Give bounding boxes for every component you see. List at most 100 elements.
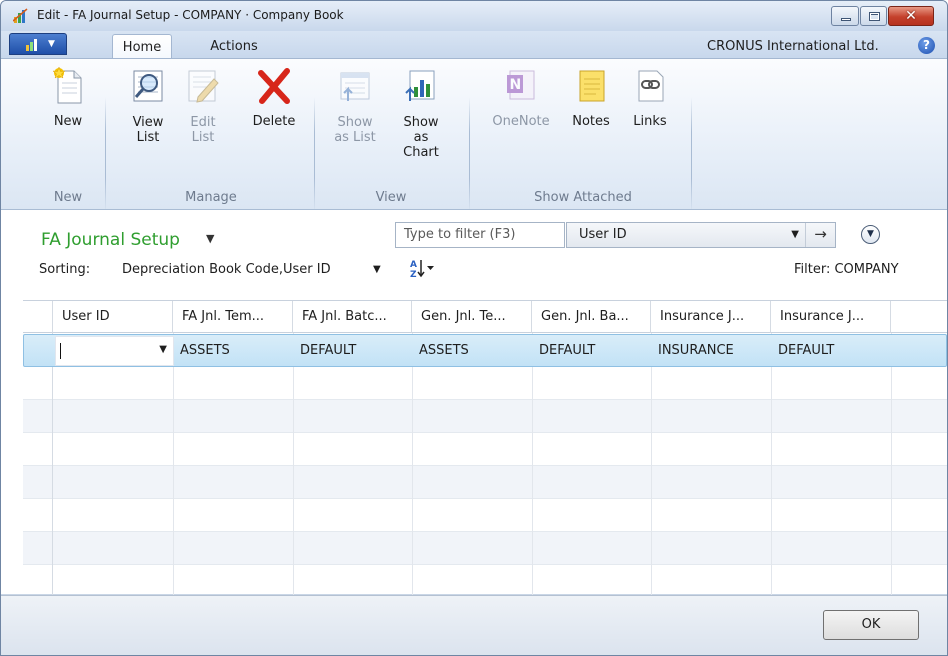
new-button[interactable]: New [45,67,91,147]
table-row-empty [23,498,947,531]
tab-home[interactable]: Home [112,34,172,59]
notes-icon [579,70,605,102]
delete-icon [258,68,290,104]
group-separator [314,97,315,213]
group-label-manage: Manage [185,190,237,205]
edit-list-label: Edit List [190,115,216,145]
column-header-gen-jnl-batch[interactable]: Gen. Jnl. Ba... [532,301,651,333]
content-area: FA Journal Setup ▼ Type to filter (F3) U… [1,210,947,595]
svg-text:Z: Z [410,270,417,279]
help-icon[interactable]: ? [918,37,935,54]
group-separator [105,97,106,213]
maximize-icon [869,12,880,21]
ribbon: New View List Edit List Delete Show as L… [1,58,947,213]
close-button[interactable]: ✕ [888,6,934,26]
row-divider [23,564,947,565]
ok-button[interactable]: OK [823,610,919,640]
row-selector-header [23,301,53,333]
onenote-label: OneNote [492,114,550,129]
window-title: Edit - FA Journal Setup - COMPANY · Comp… [37,8,344,22]
table-row-empty [23,399,947,432]
column-header-user-id[interactable]: User ID [53,301,173,333]
chevron-down-icon[interactable]: ▼ [159,344,167,355]
title-bar: Edit - FA Journal Setup - COMPANY · Comp… [1,1,947,31]
chevron-down-icon: ▼ [48,39,55,49]
minimize-button[interactable] [831,6,859,26]
onenote-icon: N [507,70,535,100]
view-list-button[interactable]: View List [125,67,171,147]
filter-field-select[interactable]: User ID ▼ → [566,222,836,248]
user-id-input[interactable]: ▼ [55,336,174,366]
expand-filter-icon[interactable]: ▼ [861,225,880,244]
delete-label: Delete [252,114,296,129]
filter-input[interactable]: Type to filter (F3) [395,222,565,248]
cell-insurance-jnl-template[interactable]: INSURANCE [652,335,772,368]
column-header-fa-jnl-template[interactable]: FA Jnl. Tem... [173,301,293,333]
view-list-icon [133,70,163,102]
tab-actions[interactable]: Actions [197,34,271,59]
delete-button[interactable]: Delete [247,67,301,147]
column-header-gen-jnl-template[interactable]: Gen. Jnl. Te... [412,301,532,333]
row-divider [23,465,947,466]
chevron-down-icon[interactable]: ▼ [206,232,214,245]
table-row[interactable]: ▼ ASSETS DEFAULT ASSETS DEFAULT INSURANC… [23,334,947,367]
cell-fa-jnl-batch[interactable]: DEFAULT [294,335,413,368]
table-row-empty [23,432,947,465]
data-grid: User ID FA Jnl. Tem... FA Jnl. Batc... G… [23,300,947,595]
show-as-list-button[interactable]: Show as List [329,67,381,147]
group-label-new: New [53,190,83,205]
column-divider [293,333,294,595]
application-menu-button[interactable]: ▼ [9,33,67,55]
cell-gen-jnl-batch[interactable]: DEFAULT [533,335,652,368]
column-divider [771,333,772,595]
apply-filter-arrow-icon[interactable]: → [805,223,835,247]
link-icon [638,70,664,102]
svg-text:A: A [410,260,417,270]
links-label: Links [633,114,667,129]
minimize-icon [841,18,851,21]
column-header-filler [891,301,947,333]
dynamics-nav-icon [13,8,28,23]
column-divider [173,333,174,595]
cell-insurance-jnl-batch[interactable]: DEFAULT [772,335,892,368]
cell-fa-jnl-template[interactable]: ASSETS [174,335,294,368]
notes-button[interactable]: Notes [565,67,617,147]
column-divider [532,333,533,595]
text-caret [60,343,61,359]
group-separator [469,97,470,213]
new-label: New [53,114,83,129]
column-header-insurance-jnl-batch[interactable]: Insurance J... [771,301,891,333]
links-button[interactable]: Links [625,67,675,147]
page-title[interactable]: FA Journal Setup [41,230,180,250]
group-label-view: View [375,190,407,205]
group-label-show-attached: Show Attached [534,190,632,205]
show-as-chart-label: Show as Chart [403,115,439,160]
table-row-empty [23,531,947,564]
dialog-window: Edit - FA Journal Setup - COMPANY · Comp… [0,0,948,656]
onenote-button[interactable]: N OneNote [485,67,557,147]
edit-list-icon [188,70,219,103]
new-document-icon [52,67,82,104]
table-row-empty [23,465,947,498]
column-header-insurance-jnl-template[interactable]: Insurance J... [651,301,771,333]
row-divider [23,399,947,400]
row-divider [23,432,947,433]
column-divider [412,333,413,595]
column-divider [891,333,892,595]
ribbon-tab-bar: ▼ Home Actions CRONUS International Ltd.… [1,31,947,59]
filter-status: Filter: COMPANY [794,262,899,277]
cell-gen-jnl-template[interactable]: ASSETS [413,335,533,368]
show-as-chart-button[interactable]: Show as Chart [389,67,453,160]
maximize-button[interactable] [860,6,887,26]
group-separator [691,97,692,213]
chevron-down-icon[interactable]: ▼ [373,264,381,275]
edit-list-button[interactable]: Edit List [183,67,223,147]
sorting-select[interactable]: Depreciation Book Code,User ID [122,262,331,277]
row-divider [23,531,947,532]
sorting-label: Sorting: [39,262,91,277]
row-selector-column [23,333,53,595]
column-divider [651,333,652,595]
column-header-fa-jnl-batch[interactable]: FA Jnl. Batc... [293,301,412,333]
dialog-footer: OK [1,595,947,655]
sort-ascending-icon[interactable]: A Z [410,257,440,279]
